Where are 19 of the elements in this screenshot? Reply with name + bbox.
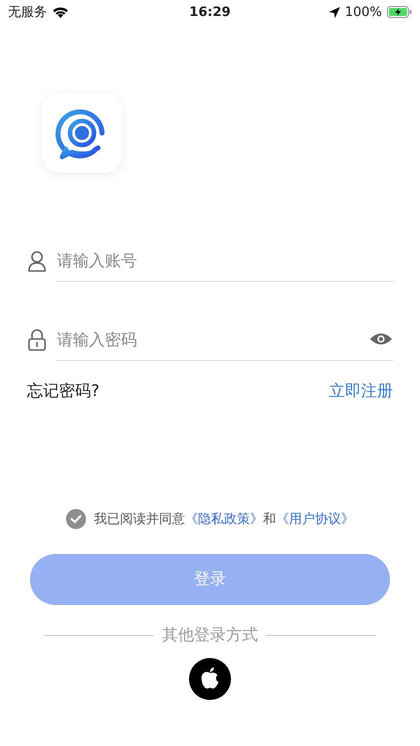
carrier-text: 无服务 bbox=[8, 4, 47, 21]
battery-percent: 100% bbox=[344, 4, 382, 20]
agreement-text: 我已阅读并同意《隐私政策》和《用户协议》 bbox=[94, 511, 354, 528]
apple-login-icon[interactable] bbox=[189, 658, 231, 700]
register-link[interactable]: 立即注册 bbox=[329, 381, 393, 402]
user-icon bbox=[27, 250, 47, 272]
policy-link[interactable]: 《用户协议》 bbox=[276, 512, 354, 527]
policy-link[interactable]: 《隐私政策》 bbox=[185, 512, 263, 527]
location-arrow-icon bbox=[328, 6, 340, 18]
eye-icon[interactable] bbox=[369, 332, 393, 346]
lock-icon bbox=[27, 328, 47, 350]
forgot-password-link[interactable]: 忘记密码? bbox=[27, 381, 100, 402]
password-field[interactable]: 请输入密码 bbox=[57, 319, 369, 359]
agreement-checkbox[interactable] bbox=[66, 509, 86, 529]
other-login-label: 其他登录方式 bbox=[162, 625, 258, 646]
account-field[interactable]: 请输入账号 bbox=[57, 240, 393, 280]
wifi-icon bbox=[52, 6, 69, 18]
clock-time: 16:29 bbox=[189, 4, 231, 20]
battery-icon bbox=[386, 6, 412, 18]
